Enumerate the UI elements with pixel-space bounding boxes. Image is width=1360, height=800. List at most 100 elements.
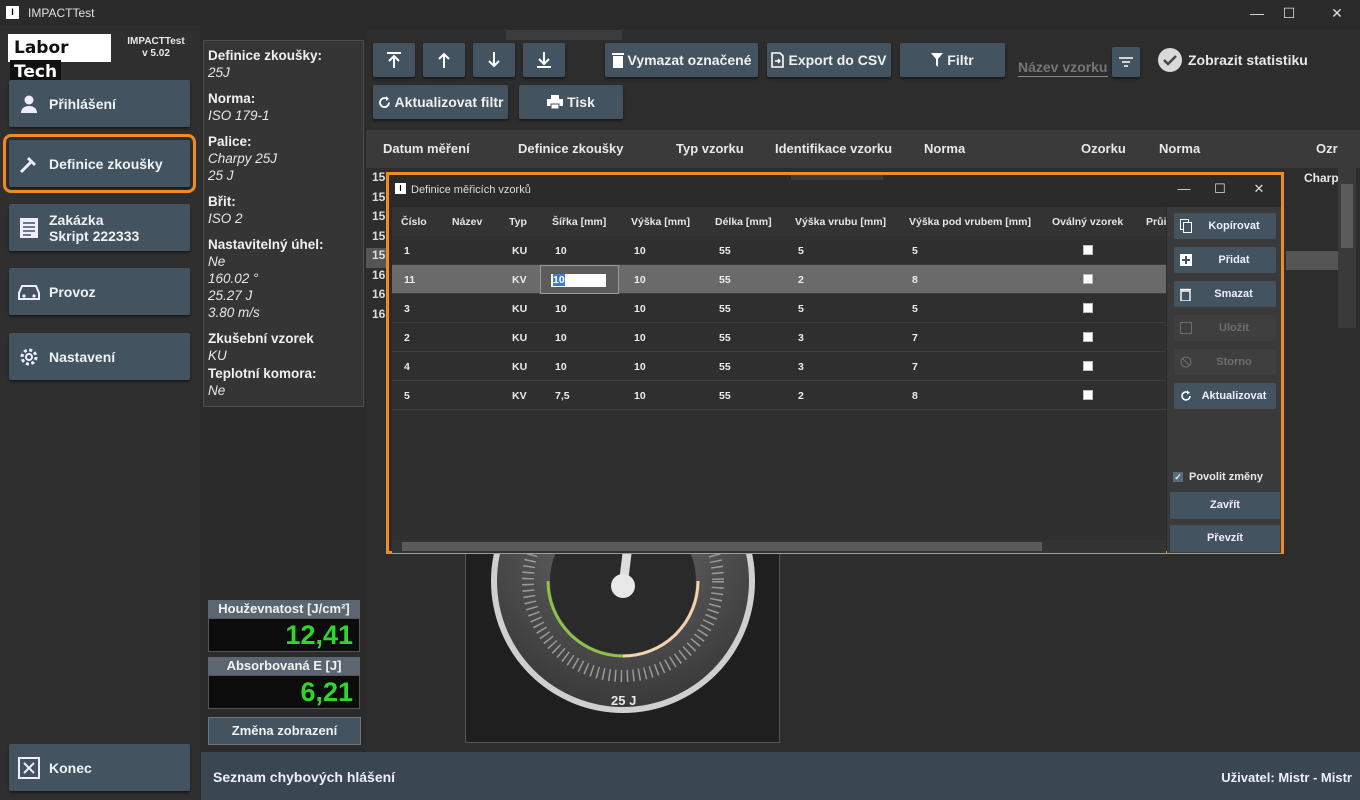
width-edit-cell[interactable]: 10 [540, 265, 619, 294]
delete-button[interactable]: Smazat [1174, 281, 1276, 307]
table-cell[interactable]: KU [512, 245, 527, 257]
splitter-handle[interactable] [506, 30, 622, 40]
save-button[interactable]: Uložit [1174, 315, 1276, 341]
close-button[interactable]: ✕ [1314, 0, 1360, 26]
table-row[interactable]: 2 KU 10 10 55 3 7 [392, 323, 1166, 352]
column-header[interactable]: Norma [924, 141, 965, 156]
close-dialog-button[interactable]: Zavřít [1170, 492, 1280, 519]
sample-name-search-input[interactable] [1018, 47, 1108, 77]
maximize-button[interactable]: ☐ [1266, 0, 1312, 26]
dialog-drag-handle[interactable] [791, 175, 883, 180]
table-row[interactable]: 4 KU 10 10 55 3 7 [392, 352, 1166, 381]
column-header[interactable]: Délka [mm] [715, 216, 772, 228]
table-row[interactable]: 15 [366, 209, 386, 229]
table-cell[interactable]: 7 [912, 332, 918, 344]
table-cell[interactable]: 55 [719, 361, 731, 373]
table-cell[interactable]: 1 [404, 245, 410, 257]
table-cell[interactable]: 10 [634, 245, 646, 257]
table-cell[interactable]: 11 [404, 274, 415, 286]
table-cell[interactable]: 5 [798, 303, 804, 315]
table-cell[interactable]: 3 [798, 332, 804, 344]
cancel-button[interactable]: Storno [1174, 349, 1276, 375]
table-row[interactable]: 15 [366, 170, 386, 190]
nav-operation-button[interactable]: Provoz [9, 268, 190, 315]
table-cell[interactable]: 7,5 [555, 390, 570, 402]
table-row[interactable]: 15 [366, 229, 386, 249]
nav-test-definition-button[interactable]: Definice zkoušky [3, 134, 196, 193]
table-cell[interactable]: 55 [719, 332, 731, 344]
table-cell[interactable]: 3 [798, 361, 804, 373]
delete-selected-button[interactable]: Vymazat označené [605, 43, 758, 77]
allow-changes-checkbox[interactable]: ✓ Povolit změny [1173, 471, 1263, 483]
column-header[interactable]: Typ vzorku [676, 141, 744, 156]
column-header[interactable]: Výška [mm] [631, 216, 690, 228]
table-cell[interactable]: 10 [555, 332, 567, 344]
move-down-button[interactable] [473, 43, 515, 77]
oval-sample-checkbox[interactable] [1083, 303, 1093, 313]
table-cell[interactable]: 8 [912, 390, 918, 402]
table-cell[interactable]: KU [512, 332, 527, 344]
table-cell[interactable]: 10 [555, 361, 567, 373]
move-first-button[interactable] [373, 43, 415, 77]
refresh-filter-button[interactable]: Aktualizovat filtr [373, 85, 508, 119]
table-cell[interactable]: 10 [555, 245, 567, 257]
column-header[interactable]: Výška vrubu [mm] [795, 216, 886, 228]
table-cell[interactable]: 2 [798, 274, 804, 286]
column-header[interactable]: Norma [1159, 141, 1200, 156]
column-header[interactable]: Definice zkoušky [518, 141, 624, 156]
column-header[interactable]: Ozr [1316, 141, 1338, 156]
dialog-close-button[interactable]: ✕ [1244, 179, 1274, 199]
dialog-maximize-button[interactable]: ☐ [1205, 179, 1235, 199]
table-cell[interactable]: 5 [404, 390, 410, 402]
table-cell[interactable]: 55 [719, 245, 731, 257]
oval-sample-checkbox[interactable] [1083, 361, 1093, 371]
table-row[interactable]: 16 [366, 287, 386, 307]
show-stats-toggle[interactable]: Zobrazit statistiku [1157, 47, 1308, 73]
nav-order-button[interactable]: Zakázka Skript 222333 [9, 204, 190, 251]
refresh-button[interactable]: Aktualizovat [1174, 383, 1276, 409]
width-edit-input[interactable]: 10 [551, 274, 606, 287]
error-list-link[interactable]: Seznam chybových hlášení [213, 769, 395, 785]
column-header[interactable]: Typ [509, 216, 527, 228]
exit-button[interactable]: Konec [9, 744, 190, 791]
column-header[interactable]: Datum měření [383, 141, 470, 156]
table-cell[interactable]: 5 [912, 245, 918, 257]
column-header[interactable]: Výška pod vrubem [mm] [909, 216, 1031, 228]
column-header[interactable]: Název [452, 216, 482, 228]
table-cell[interactable]: KV [512, 274, 527, 286]
move-last-button[interactable] [523, 43, 565, 77]
column-header[interactable]: Identifikace vzorku [775, 141, 892, 156]
filter-options-button[interactable] [1112, 47, 1140, 77]
move-up-button[interactable] [423, 43, 465, 77]
add-button[interactable]: Přidat [1174, 247, 1276, 273]
table-row[interactable]: 5 KV 7,5 10 55 2 8 [392, 381, 1166, 410]
table-cell[interactable]: 55 [719, 274, 731, 286]
table-cell[interactable]: 2 [404, 332, 410, 344]
column-header[interactable]: Průi [1146, 216, 1166, 228]
table-row[interactable]: 16 [366, 268, 386, 288]
change-view-button[interactable]: Změna zobrazení [208, 717, 361, 745]
table-cell[interactable]: KU [512, 361, 527, 373]
table-cell[interactable]: 8 [912, 274, 918, 286]
table-row[interactable]: 15 [366, 190, 386, 210]
oval-sample-checkbox[interactable] [1083, 390, 1093, 400]
table-cell[interactable]: 5 [798, 245, 804, 257]
table-cell[interactable]: 3 [404, 303, 410, 315]
column-header[interactable]: Šířka [mm] [552, 216, 606, 228]
table-row[interactable]: 1 KU 10 10 55 5 5 [392, 236, 1166, 265]
take-over-button[interactable]: Převzít [1170, 525, 1280, 552]
nav-login-button[interactable]: Přihlášení [9, 80, 190, 127]
copy-button[interactable]: Kopírovat [1174, 213, 1276, 239]
dialog-minimize-button[interactable]: — [1169, 179, 1199, 199]
table-cell[interactable]: 5 [912, 303, 918, 315]
table-cell[interactable]: 7 [912, 361, 918, 373]
print-button[interactable]: Tisk [519, 85, 623, 119]
table-cell[interactable]: 55 [719, 390, 731, 402]
table-cell[interactable]: 55 [719, 303, 731, 315]
grid-vertical-scrollbar[interactable] [1338, 168, 1356, 328]
table-cell[interactable]: 4 [404, 361, 410, 373]
table-cell[interactable]: KU [512, 303, 527, 315]
export-csv-button[interactable]: Export do CSV [767, 43, 891, 77]
column-header[interactable]: Ozorku [1081, 141, 1126, 156]
table-row[interactable]: 15 [366, 248, 386, 268]
